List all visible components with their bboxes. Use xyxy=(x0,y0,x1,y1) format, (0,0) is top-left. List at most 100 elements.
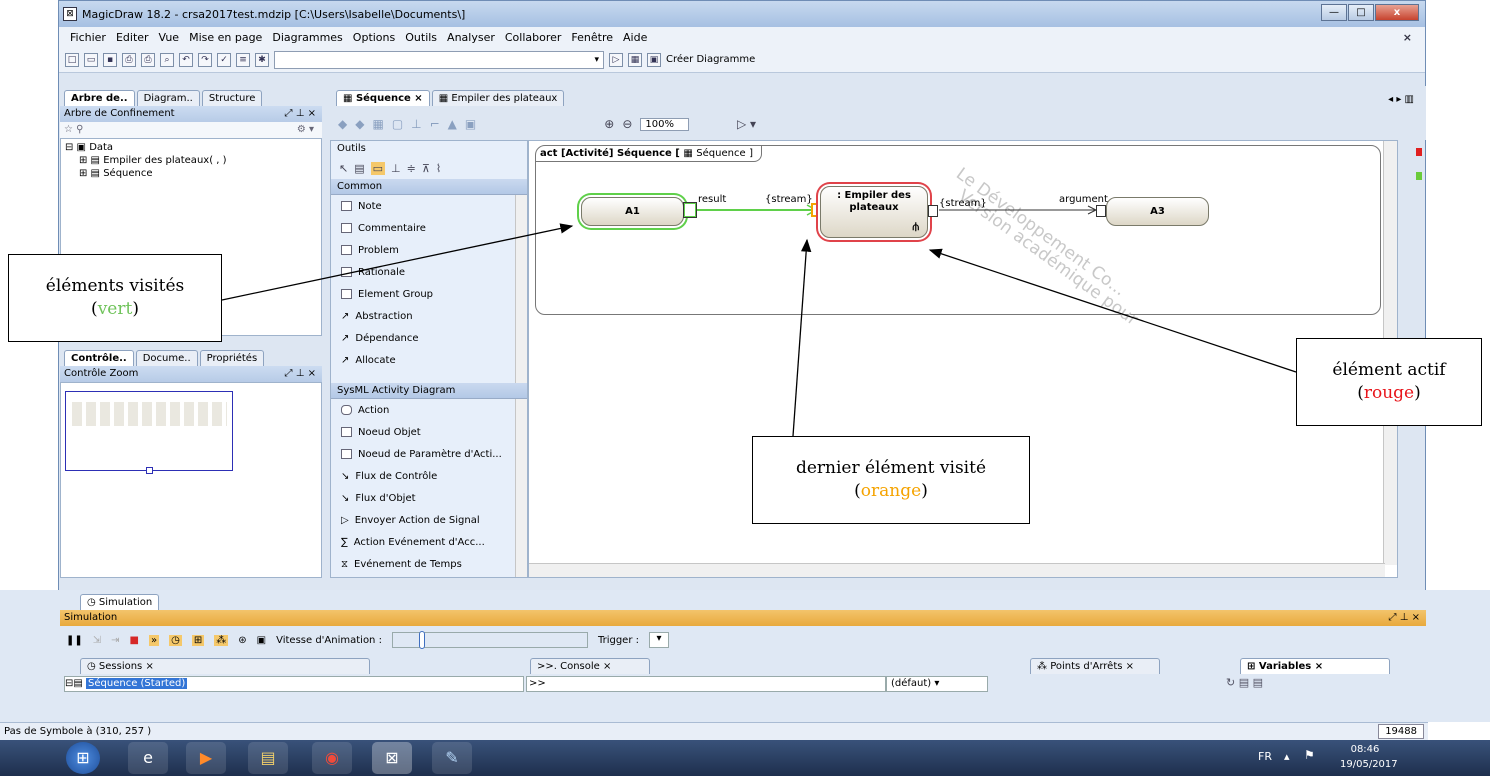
speed-slider-thumb[interactable] xyxy=(418,631,425,649)
tab-sequence[interactable]: ▦ Séquence × xyxy=(336,90,430,106)
pin-output-empiler[interactable] xyxy=(928,205,938,217)
perspective-combo[interactable]: ▾ xyxy=(274,50,604,69)
palette-time-event[interactable]: ⧖ Evénement de Temps xyxy=(331,553,527,575)
pause-icon[interactable]: ❚❚ xyxy=(66,635,83,646)
camera-icon[interactable]: ⊛ xyxy=(238,635,246,646)
zoom-level-select[interactable]: 100% xyxy=(640,117,689,131)
menu-vue[interactable]: Vue xyxy=(154,31,185,44)
clock[interactable]: 08:46 19/05/2017 xyxy=(1340,742,1398,772)
export-icon[interactable]: ▣ xyxy=(257,635,266,646)
menu-options[interactable]: Options xyxy=(348,31,400,44)
fill-color-icon[interactable]: ▲ xyxy=(448,117,457,131)
run-menu-icon[interactable]: ▷ ▾ xyxy=(737,117,756,131)
tab-navigation-icon[interactable]: ◂ ▸ ▥ xyxy=(1388,94,1414,105)
shapes-icon[interactable]: ▣ xyxy=(465,117,476,131)
favorite-icon[interactable]: ☆ xyxy=(64,124,73,135)
close-button[interactable]: x xyxy=(1375,4,1419,21)
paint-icon[interactable]: ✎ xyxy=(432,742,472,774)
step-over-icon[interactable]: ⇥ xyxy=(111,635,119,646)
start-button-icon[interactable]: ⊞ xyxy=(66,742,100,774)
undo-icon[interactable]: ↶ xyxy=(179,52,193,67)
tools-icon[interactable]: ✱ xyxy=(255,52,269,67)
menu-aide[interactable]: Aide xyxy=(618,31,652,44)
tab-empiler[interactable]: ▦ Empiler des plateaux xyxy=(431,90,565,106)
panel-controls-icon[interactable]: ⤢ ⊥ × xyxy=(1389,610,1420,626)
palette-rationale[interactable]: Rationale xyxy=(331,261,527,283)
open-project-icon[interactable]: ▭ xyxy=(84,52,98,67)
tab-diagrams[interactable]: Diagram.. xyxy=(136,90,200,106)
line-style-icon[interactable]: ⌐ xyxy=(430,117,440,131)
palette-object-flow[interactable]: ↘ Flux d'Objet xyxy=(331,487,527,509)
action-node-a1[interactable]: A1 xyxy=(581,197,684,226)
palette-allocate[interactable]: ↗ Allocate xyxy=(331,349,527,371)
tab-variables[interactable]: ⊞ Variables × xyxy=(1240,658,1390,674)
palette-group-sysml[interactable]: SysML Activity Diagram xyxy=(331,383,527,399)
print-icon[interactable]: ⎙ xyxy=(122,52,136,67)
breakpoint-mode-icon[interactable]: ⁂ xyxy=(214,634,229,646)
menu-fichier[interactable]: Fichier xyxy=(65,31,111,44)
tree-node-data[interactable]: ⊟ ▣ Data xyxy=(65,141,317,154)
palette-scrollbar[interactable] xyxy=(515,399,527,577)
palette-abstraction[interactable]: ↗ Abstraction xyxy=(331,305,527,327)
import-variables-icon[interactable]: ▤ xyxy=(1253,676,1263,689)
palette-parameter-node[interactable]: Noeud de Paramètre d'Acti... xyxy=(331,443,527,465)
palette-comment[interactable]: Commentaire xyxy=(331,217,527,239)
menu-outils[interactable]: Outils xyxy=(400,31,442,44)
panel-controls-icon[interactable]: ⤢ ⊥ × xyxy=(285,106,316,122)
ok-marker[interactable] xyxy=(1416,172,1422,180)
zoom-viewport-rect[interactable] xyxy=(65,391,233,474)
pin-argument[interactable] xyxy=(1096,205,1106,217)
layout-icon[interactable]: ▦ xyxy=(372,117,383,131)
canvas-horizontal-scrollbar[interactable] xyxy=(529,563,1385,577)
find-icon[interactable]: ⌕ xyxy=(160,52,174,67)
console-language-select[interactable]: (défaut) ▾ xyxy=(886,676,988,692)
minimize-button[interactable]: — xyxy=(1321,4,1347,21)
export-variables-icon[interactable]: ▤ xyxy=(1239,676,1249,689)
animation-speed-slider[interactable] xyxy=(391,631,588,649)
network-alert-icon[interactable]: ⚑ xyxy=(1304,748,1315,762)
tab-simulation[interactable]: ◷ Simulation xyxy=(80,594,160,610)
settings-icon[interactable]: ⚙ ▾ xyxy=(297,122,322,138)
step-into-icon[interactable]: ⇲ xyxy=(93,635,101,646)
tree-mode-icon[interactable]: ⊞ xyxy=(191,634,205,646)
split-icon[interactable]: ≑ xyxy=(407,162,416,175)
fork-icon[interactable]: ⊼ xyxy=(422,162,430,175)
search-icon[interactable]: ⚲ xyxy=(76,124,83,135)
menu-mise-en-page[interactable]: Mise en page xyxy=(184,31,267,44)
palette-note[interactable]: Note xyxy=(331,195,527,217)
create-diagram-button[interactable]: Créer Diagramme xyxy=(666,54,755,65)
palette-action[interactable]: Action xyxy=(331,399,527,421)
stop-icon[interactable]: ■ xyxy=(130,635,139,646)
maximize-button[interactable]: □ xyxy=(1348,4,1374,21)
palette-accept-event[interactable]: ∑ Action Evénement d'Acc... xyxy=(331,531,527,553)
zoom-preview[interactable] xyxy=(60,382,322,578)
menu-diagrammes[interactable]: Diagrammes xyxy=(267,31,347,44)
connect-icon[interactable]: ⌇ xyxy=(436,162,441,175)
palette-scrollbar[interactable] xyxy=(515,195,527,383)
notes-icon[interactable]: ≡ xyxy=(236,52,250,67)
zoom-handle[interactable] xyxy=(146,467,153,474)
paste-icon[interactable]: ▢ xyxy=(392,117,403,131)
back-icon[interactable]: ◆ xyxy=(338,117,347,131)
auto-open-icon[interactable]: ◷ xyxy=(169,634,182,646)
menu-editer[interactable]: Editer xyxy=(111,31,154,44)
palette-object-node[interactable]: Noeud Objet xyxy=(331,421,527,443)
play-icon[interactable]: ▷ xyxy=(609,52,623,67)
rect-tool-icon[interactable]: ▭ xyxy=(370,161,386,175)
diagram-type-icon[interactable]: ▦ xyxy=(628,52,642,67)
new-project-icon[interactable]: □ xyxy=(65,52,79,67)
menu-close-icon[interactable]: × xyxy=(1398,31,1417,44)
file-explorer-icon[interactable]: ▤ xyxy=(248,742,288,774)
menu-analyser[interactable]: Analyser xyxy=(442,31,500,44)
tab-structure[interactable]: Structure xyxy=(201,90,263,106)
trigger-select[interactable]: ▾ xyxy=(649,632,669,648)
align-icon[interactable]: ⊥ xyxy=(411,117,421,131)
session-item[interactable]: Séquence (Started) xyxy=(86,678,188,689)
tab-sessions[interactable]: ◷ Sessions × xyxy=(80,658,370,674)
redo-icon[interactable]: ↷ xyxy=(198,52,212,67)
internet-explorer-icon[interactable]: e xyxy=(128,742,168,774)
palette-group-common[interactable]: Common xyxy=(331,179,527,195)
tab-zoom-control[interactable]: Contrôle.. xyxy=(64,350,134,366)
panel-controls-icon[interactable]: ⤢ ⊥ × xyxy=(285,366,316,382)
palette-problem[interactable]: Problem xyxy=(331,239,527,261)
